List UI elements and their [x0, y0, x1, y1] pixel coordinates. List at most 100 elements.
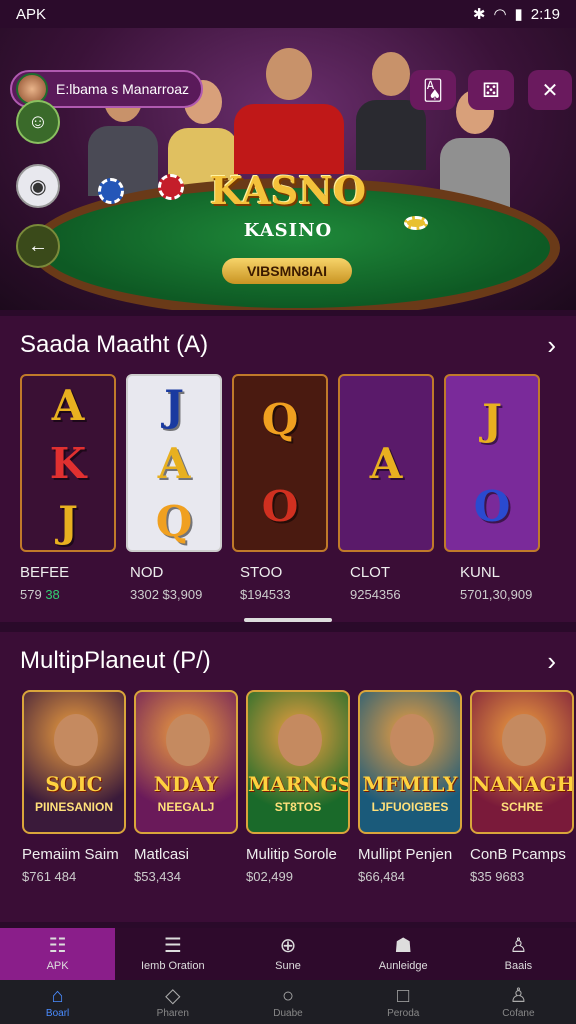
card-value-accent: 38 — [45, 587, 60, 602]
chevron-right-icon[interactable]: › — [547, 646, 556, 677]
nav-label: Peroda — [387, 1007, 420, 1019]
tab-label: Iemb Oration — [141, 960, 205, 972]
card-name: Matlcasi — [134, 846, 190, 863]
nav-duabe[interactable]: ○ Duabe — [230, 980, 345, 1024]
card-title: MFMILY — [362, 772, 458, 796]
card-value-main: 5701,30,909 — [460, 587, 533, 602]
tab-baais[interactable]: ♙ Baais — [461, 928, 576, 980]
cards-button[interactable]: 🂡 — [410, 70, 456, 110]
tab-label: Sune — [275, 960, 301, 972]
playing-cards-icon: 🂡 — [422, 79, 444, 102]
multiplayer-game-card[interactable]: MFMILY LJFUOIGBES — [358, 690, 462, 834]
section-title: MultipPlaneut (P/) — [20, 647, 211, 674]
nav-peroda[interactable]: □ Peroda — [346, 980, 461, 1024]
card-letter: J — [58, 496, 78, 546]
card-value: 5701,30,909 — [460, 587, 560, 602]
card-letter: A — [157, 438, 191, 488]
nav-label: Cofane — [502, 1007, 535, 1019]
multiplayer-game-card[interactable]: MARNGS ST8TOS — [246, 690, 350, 834]
slot-game-card[interactable]: A — [338, 374, 434, 552]
slot-game-card[interactable]: QO — [232, 374, 328, 552]
compass-icon: ⊕ — [279, 935, 297, 957]
card-letters: JAQ — [128, 376, 220, 550]
list-icon: ☰ — [163, 935, 182, 957]
player-portrait — [502, 714, 546, 766]
section-title: Saada Maatht (A) — [20, 331, 209, 358]
slot-game-card[interactable]: JAQ — [126, 374, 222, 552]
card-value: 9254356 — [350, 587, 450, 602]
tab-label: Aunleidge — [378, 960, 428, 972]
card-info: Mulitip Sorole $02,499 — [246, 846, 350, 884]
camera-button[interactable]: ◉ — [16, 164, 60, 208]
nav-pharen[interactable]: ◇ Pharen — [115, 980, 230, 1024]
person-icon: ♙ — [509, 935, 528, 957]
carousel-indicator — [244, 618, 332, 622]
hero-logo-sub: KASINO — [243, 220, 333, 241]
nav-label: Pharen — [156, 1007, 189, 1019]
user-icon: ♙ — [509, 984, 528, 1007]
back-button[interactable]: ← — [16, 224, 60, 268]
arrow-left-icon: ← — [28, 234, 48, 257]
nav-boarl[interactable]: ⌂ Boarl — [0, 980, 115, 1024]
card-name: NOD — [130, 564, 164, 581]
card-subtitle: PIINESANION — [34, 800, 113, 814]
multiplayer-game-card[interactable]: NANAGH SCHRE — [470, 690, 574, 834]
multiplayer-game-card[interactable]: SOIC PIINESANION — [22, 690, 126, 834]
card-letter: J — [482, 395, 502, 444]
battery-icon: ▮ — [514, 6, 523, 23]
card-value: 3302 $3,909 — [130, 587, 230, 602]
tab-label: Baais — [504, 960, 533, 972]
card-value-main: 9254356 — [350, 587, 401, 602]
tab-aunleidge[interactable]: ☗ Aunleidge — [346, 928, 461, 980]
tab-iemb-oration[interactable]: ☰ Iemb Oration — [115, 928, 230, 980]
card-letters: QO — [234, 376, 326, 550]
dice-button[interactable]: ⚄ — [468, 70, 514, 110]
card-name: Mulitip Sorole — [246, 846, 337, 863]
player-portrait — [278, 714, 322, 766]
card-name: KUNL — [460, 564, 501, 581]
hero-banner[interactable]: KASNO KASINO VIBSMN8IAI E:lbama s Manarr… — [0, 28, 576, 310]
player-portrait — [166, 714, 210, 766]
tab-sune[interactable]: ⊕ Sune — [230, 928, 345, 980]
hero-cta-button[interactable]: VIBSMN8IAI — [222, 258, 352, 284]
card-letters: A — [340, 376, 432, 550]
nav-cofane[interactable]: ♙ Cofane — [461, 980, 576, 1024]
card-value-main: $194533 — [240, 587, 291, 602]
dealer-figure — [234, 48, 344, 174]
wifi-icon: ◠ — [493, 6, 507, 23]
friend-avatar-button[interactable]: ☺ — [16, 100, 60, 144]
slot-game-card[interactable]: JO — [444, 374, 540, 552]
card-name: CLOT — [350, 564, 391, 581]
multiplayer-game-card[interactable]: NDAY NEEGALJ — [134, 690, 238, 834]
slot-game-card[interactable]: AKJ — [20, 374, 116, 552]
card-subtitle: SCHRE — [500, 800, 543, 814]
bottom-nav: ⌂ Boarl ◇ Pharen ○ Duabe □ Peroda ♙ Cofane — [0, 980, 576, 1024]
hero-logo: KASNO — [209, 168, 367, 213]
card-info-row: Pemaiim Saim $761 484 Matlcasi $53,434 Mulit… — [0, 846, 576, 884]
close-icon: ✕ — [541, 79, 559, 102]
card-info: Matlcasi $53,434 — [134, 846, 238, 884]
diamond-icon: ◇ — [165, 984, 181, 1007]
card-value: $761 484 — [22, 869, 77, 884]
status-bar: APK ✱ ◠ ▮ 2:19 — [0, 0, 576, 28]
card-subtitle: ST8TOS — [274, 800, 322, 814]
card-value: 579 38 — [20, 587, 120, 602]
card-name: STOO — [240, 564, 283, 581]
card-value: $53,434 — [134, 869, 181, 884]
card-value: $02,499 — [246, 869, 293, 884]
card-info: Pemaiim Saim $761 484 — [22, 846, 126, 884]
card-title: NDAY — [153, 772, 219, 796]
close-button[interactable]: ✕ — [528, 70, 572, 110]
dice-icon: ⚄ — [482, 79, 500, 102]
card-name: BEFEE — [20, 564, 70, 581]
card-info: Mullipt Penjen $66,484 — [358, 846, 462, 884]
card-info: NOD 3302 $3,909 — [130, 564, 230, 602]
card-name: Mullipt Penjen — [358, 846, 453, 863]
status-app-label: APK — [16, 5, 47, 23]
card-title: MARNGS — [248, 772, 350, 796]
tab-apk[interactable]: ☷ APK — [0, 928, 116, 980]
chevron-right-icon[interactable]: › — [547, 330, 556, 361]
card-letter: Q — [261, 395, 299, 444]
card-value: $66,484 — [358, 869, 405, 884]
tab-bar: ☷ APK ☰ Iemb Oration ⊕ Sune ☗ Aunleidge ♙ Baais — [0, 928, 576, 980]
